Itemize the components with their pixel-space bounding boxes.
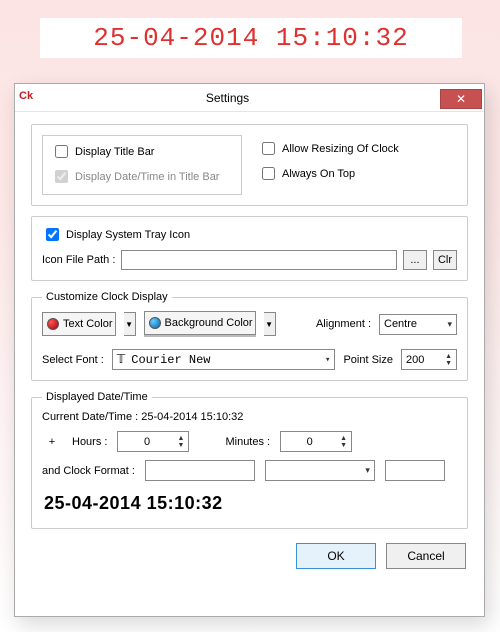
displayed-datetime-group: Displayed Date/Time Current Date/Time : … bbox=[31, 391, 468, 529]
titlebar-options-group: Display Title Bar Display Date/Time in T… bbox=[31, 124, 468, 206]
cancel-button[interactable]: Cancel bbox=[386, 543, 466, 569]
font-icon: 𝕋 bbox=[117, 352, 126, 367]
customize-legend: Customize Clock Display bbox=[42, 291, 172, 303]
titlebar: Ck Settings ✕ bbox=[15, 84, 484, 112]
point-size-spinner[interactable]: 200 ▲▼ bbox=[401, 349, 457, 370]
spinner-down-icon[interactable]: ▼ bbox=[445, 360, 452, 367]
datetime-legend: Displayed Date/Time bbox=[42, 391, 152, 403]
current-datetime-label: Current Date/Time : 25-04-2014 15:10:32 bbox=[42, 411, 457, 423]
bg-color-dropdown[interactable]: ▼ bbox=[264, 312, 276, 336]
tray-icon-group: Display System Tray Icon Icon File Path … bbox=[31, 216, 468, 281]
display-tray-icon-label: Display System Tray Icon bbox=[66, 229, 190, 241]
point-size-label: Point Size bbox=[343, 354, 393, 366]
display-tray-icon-input[interactable] bbox=[46, 228, 59, 241]
spinner-up-icon[interactable]: ▲ bbox=[340, 435, 347, 442]
close-button[interactable]: ✕ bbox=[440, 89, 482, 109]
hours-spinner[interactable]: 0 ▲▼ bbox=[117, 431, 189, 452]
customize-clock-group: Customize Clock Display Text Color ▼ Bac… bbox=[31, 291, 468, 381]
icon-path-input[interactable] bbox=[121, 250, 397, 270]
allow-resize-input[interactable] bbox=[262, 142, 275, 155]
ok-button[interactable]: OK bbox=[296, 543, 376, 569]
display-tray-icon-checkbox[interactable]: Display System Tray Icon bbox=[42, 225, 457, 244]
settings-dialog: Ck Settings ✕ Display Title Bar Display … bbox=[14, 83, 485, 617]
display-titlebar-label: Display Title Bar bbox=[75, 146, 154, 158]
select-font-label: Select Font : bbox=[42, 354, 104, 366]
plus-label: + bbox=[42, 436, 62, 448]
spinner-down-icon[interactable]: ▼ bbox=[340, 442, 347, 449]
alignment-select[interactable]: Centre ▾ bbox=[379, 314, 457, 335]
point-size-value: 200 bbox=[406, 354, 424, 366]
always-on-top-label: Always On Top bbox=[282, 168, 355, 180]
hours-label: Hours : bbox=[72, 436, 107, 448]
always-on-top-input[interactable] bbox=[262, 167, 275, 180]
minutes-spinner[interactable]: 0 ▲▼ bbox=[280, 431, 352, 452]
display-dt-in-titlebar-checkbox[interactable]: Display Date/Time in Title Bar bbox=[51, 167, 233, 186]
format-input-1[interactable] bbox=[145, 460, 255, 481]
text-color-label: Text Color bbox=[63, 318, 113, 330]
text-color-dropdown[interactable]: ▼ bbox=[124, 312, 136, 336]
dialog-title: Settings bbox=[15, 91, 440, 105]
display-dt-in-titlebar-input[interactable] bbox=[55, 170, 68, 183]
bg-color-button[interactable]: Background Color bbox=[144, 311, 256, 337]
palette-icon bbox=[149, 317, 161, 329]
browse-button[interactable]: ... bbox=[403, 250, 427, 270]
font-select[interactable]: 𝕋 Courier New ▾ bbox=[112, 349, 336, 370]
format-input-3[interactable] bbox=[385, 460, 445, 481]
format-combo[interactable]: ▾ bbox=[265, 460, 375, 481]
hours-value: 0 bbox=[122, 436, 171, 448]
font-value: Courier New bbox=[131, 353, 210, 367]
desktop-clock-display: 25-04-2014 15:10:32 bbox=[40, 18, 462, 58]
clock-format-label: and Clock Format : bbox=[42, 465, 135, 477]
spinner-up-icon[interactable]: ▲ bbox=[445, 353, 452, 360]
format-preview: 25-04-2014 15:10:32 bbox=[44, 493, 457, 514]
close-icon: ✕ bbox=[456, 92, 466, 106]
chevron-down-icon: ▾ bbox=[325, 355, 330, 365]
icon-path-label: Icon File Path : bbox=[42, 254, 115, 266]
chevron-down-icon: ▾ bbox=[447, 319, 452, 330]
display-dt-in-titlebar-label: Display Date/Time in Title Bar bbox=[75, 171, 219, 183]
always-on-top-checkbox[interactable]: Always On Top bbox=[258, 164, 457, 183]
text-color-button[interactable]: Text Color bbox=[42, 312, 116, 336]
bg-color-label: Background Color bbox=[165, 317, 253, 329]
app-id: Ck bbox=[19, 90, 33, 102]
allow-resize-label: Allow Resizing Of Clock bbox=[282, 143, 399, 155]
chevron-down-icon: ▾ bbox=[365, 465, 370, 476]
clear-button[interactable]: Clr bbox=[433, 250, 457, 270]
alignment-label: Alignment : bbox=[316, 318, 371, 330]
minutes-value: 0 bbox=[285, 436, 334, 448]
display-titlebar-input[interactable] bbox=[55, 145, 68, 158]
display-titlebar-checkbox[interactable]: Display Title Bar bbox=[51, 142, 233, 161]
minutes-label: Minutes : bbox=[225, 436, 270, 448]
palette-icon bbox=[47, 318, 59, 330]
spinner-down-icon[interactable]: ▼ bbox=[178, 442, 185, 449]
allow-resize-checkbox[interactable]: Allow Resizing Of Clock bbox=[258, 139, 457, 158]
alignment-value: Centre bbox=[384, 318, 417, 330]
spinner-up-icon[interactable]: ▲ bbox=[178, 435, 185, 442]
